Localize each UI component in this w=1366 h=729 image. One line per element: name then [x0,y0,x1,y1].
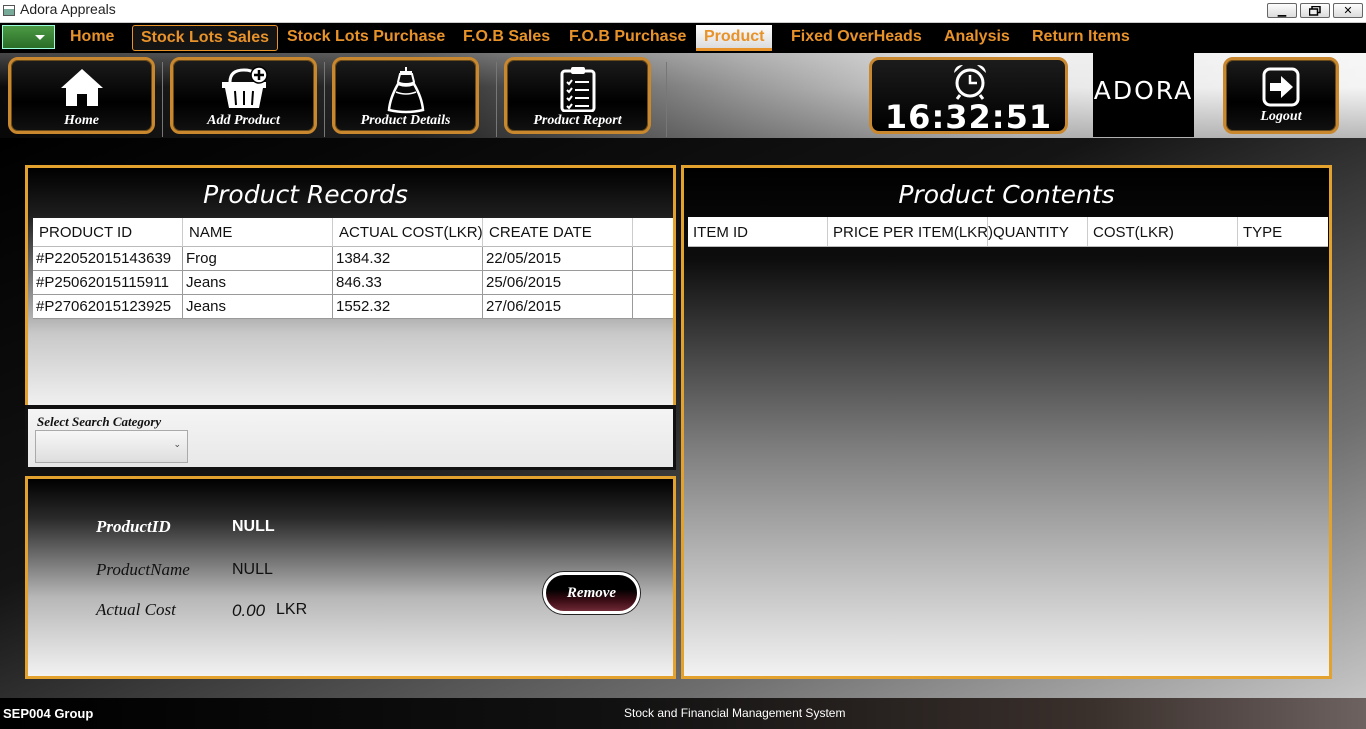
actual-cost-label: Actual Cost [96,600,176,619]
status-bar: SEP004 Group Stock and Financial Managem… [0,698,1366,729]
product-contents-title: Product Contents [898,180,1115,209]
window-title: Adora Appreals [20,1,116,17]
window-titlebar: Adora Appreals ▁ ✕ [0,0,1366,23]
product-id-label: ProductID [96,517,171,536]
column-header-product-id[interactable]: PRODUCT ID [33,218,183,247]
cell-product-id: #P25062015115911 [33,271,183,295]
column-header-price-per-item[interactable]: PRICE PER ITEM(LKR) [828,217,993,246]
cell-actual-cost: 1384.32 [333,247,483,271]
product-id-value: NULL [232,518,275,535]
product-name-label: ProductName [96,560,190,579]
logout-icon [1262,67,1300,107]
maximize-button[interactable] [1300,3,1330,18]
cell-create-date: 27/06/2015 [483,295,633,319]
close-button[interactable]: ✕ [1333,3,1363,18]
cell-actual-cost: 846.33 [333,271,483,295]
clock-time: 16:32:51 [884,98,1053,136]
column-header-cost[interactable]: COST(LKR) [1088,217,1238,246]
logout-button-label: Logout [1260,109,1302,124]
product-detail-panel: ProductID NULL ProductName NULL Actual C… [25,476,676,679]
menu-bar: Home Stock Lots Sales Stock Lots Purchas… [0,23,1366,53]
search-category-label: Select Search Category [37,414,162,429]
actual-cost-unit: LKR [276,601,308,618]
table-row[interactable]: #P25062015115911 Jeans 846.33 25/06/2015 [33,271,673,295]
add-product-button[interactable]: Add Product [170,57,317,134]
menu-fob-sales[interactable]: F.O.B Sales [455,25,558,51]
cell-product-id: #P27062015123925 [33,295,183,319]
column-header-quantity[interactable]: QUANTITY [988,217,1088,246]
chevron-down-icon [35,35,45,40]
home-button[interactable]: Home [8,57,155,134]
product-contents-table-header[interactable]: ITEM ID PRICE PER ITEM(LKR) QUANTITY COS… [688,217,1328,247]
footer-system-name: Stock and Financial Management System [624,706,846,720]
column-header-actual-cost[interactable]: ACTUAL COST(LKR) [333,218,483,247]
menu-analysis[interactable]: Analysis [936,25,1018,51]
product-records-title: Product Records [203,180,408,209]
cell-create-date: 22/05/2015 [483,247,633,271]
table-header: PRODUCT ID NAME ACTUAL COST(LKR) CREATE … [33,218,673,247]
cell-create-date: 25/06/2015 [483,271,633,295]
add-product-button-label: Add Product [207,113,280,128]
cell-actual-cost: 1552.32 [333,295,483,319]
app-menu-dropdown[interactable] [2,25,55,49]
menu-return-items[interactable]: Return Items [1024,25,1138,51]
remove-button[interactable]: Remove [543,572,640,614]
product-contents-panel: Product Contents ITEM ID PRICE PER ITEM(… [681,165,1332,679]
table-row[interactable]: #P22052015143639 Frog 1384.32 22/05/2015 [33,247,673,271]
product-records-table[interactable]: PRODUCT ID NAME ACTUAL COST(LKR) CREATE … [33,218,673,319]
menu-stock-lots-purchase[interactable]: Stock Lots Purchase [279,25,453,51]
minimize-button[interactable]: ▁ [1267,3,1297,18]
product-report-button-label: Product Report [533,113,622,128]
basket-add-icon [221,66,268,108]
column-header-create-date[interactable]: CREATE DATE [483,218,633,247]
column-header-name[interactable]: NAME [183,218,333,247]
adora-logo: ADORA [1093,53,1194,137]
actual-cost-value: 0.00 [232,601,266,620]
product-details-button[interactable]: Product Details [332,57,479,134]
cell-name: Jeans [183,295,333,319]
menu-fob-purchase[interactable]: F.O.B Purchase [561,25,694,51]
clipboard-checklist-icon [560,67,595,112]
app-icon [3,5,15,16]
dress-icon [387,67,424,114]
product-name-value: NULL [232,561,273,578]
table-row[interactable]: #P27062015123925 Jeans 1552.32 27/06/201… [33,295,673,319]
home-icon [60,69,103,106]
column-header-type[interactable]: TYPE [1238,217,1328,246]
menu-home[interactable]: Home [62,25,122,51]
column-header-item-id[interactable]: ITEM ID [688,217,828,246]
menu-product[interactable]: Product [696,25,773,51]
restore-icon [1308,5,1321,16]
product-report-button[interactable]: Product Report [504,57,651,134]
menu-fixed-overheads[interactable]: Fixed OverHeads [783,25,930,51]
clock-widget: 16:32:51 [869,57,1068,136]
home-button-label: Home [64,113,99,128]
logout-button[interactable]: Logout [1223,57,1339,134]
product-details-button-label: Product Details [360,113,451,128]
product-records-panel: Product Records PRODUCT ID NAME ACTUAL C… [25,165,676,408]
cell-name: Frog [183,247,333,271]
alarm-clock-icon [954,65,986,100]
cell-name: Jeans [183,271,333,295]
menu-stock-lots-sales[interactable]: Stock Lots Sales [132,25,279,51]
chevron-down-icon: ⌄ [173,440,181,450]
footer-group-name: SEP004 Group [3,706,94,721]
cell-product-id: #P22052015143639 [33,247,183,271]
search-category-select[interactable]: ⌄ [35,430,188,463]
search-category-panel: Select Search Category ⌄ [25,405,676,470]
